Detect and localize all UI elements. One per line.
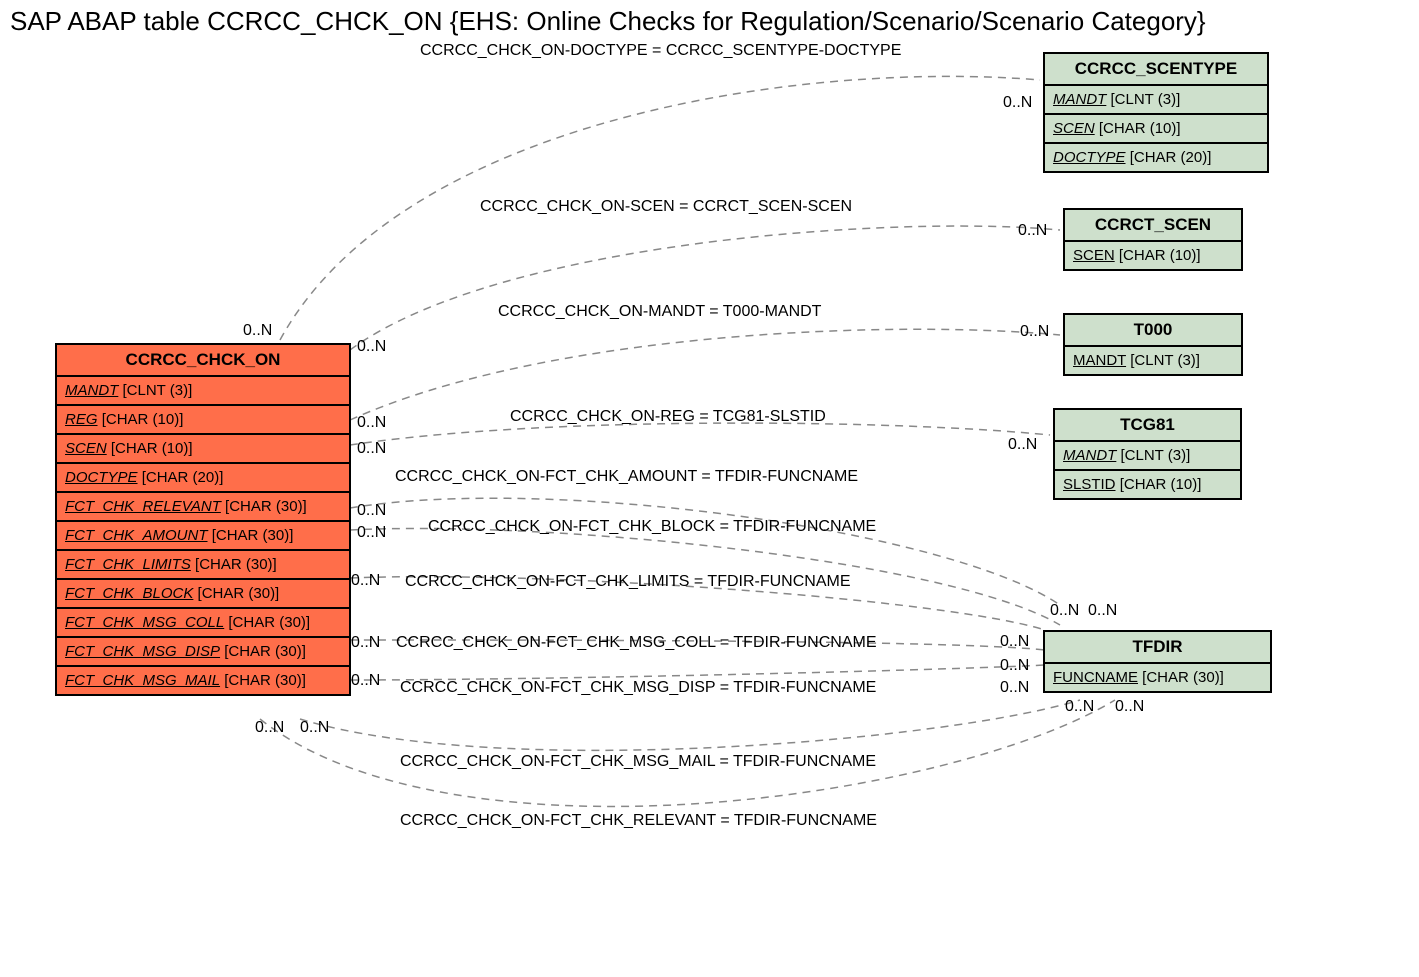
entity-tfdir: TFDIR FUNCNAME [CHAR (30)]	[1043, 630, 1272, 693]
field-row: REG [CHAR (10)]	[57, 406, 349, 435]
field-row: FUNCNAME [CHAR (30)]	[1045, 664, 1270, 691]
entity-tcg81: TCG81 MANDT [CLNT (3)] SLSTID [CHAR (10)…	[1053, 408, 1242, 500]
field-row: SCEN [CHAR (10)]	[57, 435, 349, 464]
cardinality-label: 0..N	[1000, 679, 1029, 697]
cardinality-label: 0..N	[255, 719, 284, 737]
field-row: MANDT [CLNT (3)]	[57, 377, 349, 406]
cardinality-label: 0..N	[1008, 436, 1037, 454]
relation-label: CCRCC_CHCK_ON-FCT_CHK_LIMITS = TFDIR-FUN…	[405, 573, 851, 591]
field-row: MANDT [CLNT (3)]	[1065, 347, 1241, 374]
entity-ccrcc-chck-on: CCRCC_CHCK_ON MANDT [CLNT (3)] REG [CHAR…	[55, 343, 351, 696]
cardinality-label: 0..N	[357, 414, 386, 432]
cardinality-label: 0..N	[357, 338, 386, 356]
entity-header: CCRCC_SCENTYPE	[1045, 54, 1267, 86]
field-row: FCT_CHK_MSG_MAIL [CHAR (30)]	[57, 667, 349, 694]
entity-ccrct-scen: CCRCT_SCEN SCEN [CHAR (10)]	[1063, 208, 1243, 271]
entity-header: T000	[1065, 315, 1241, 347]
cardinality-label: 0..N	[351, 572, 380, 590]
relation-label: CCRCC_CHCK_ON-REG = TCG81-SLSTID	[510, 408, 826, 426]
cardinality-label: 0..N	[351, 672, 380, 690]
field-row: DOCTYPE [CHAR (20)]	[1045, 144, 1267, 171]
cardinality-label: 0..N	[1003, 94, 1032, 112]
cardinality-label: 0..N	[357, 502, 386, 520]
cardinality-label: 0..N	[1020, 323, 1049, 341]
field-row: FCT_CHK_MSG_COLL [CHAR (30)]	[57, 609, 349, 638]
entity-header: TFDIR	[1045, 632, 1270, 664]
field-row: FCT_CHK_RELEVANT [CHAR (30)]	[57, 493, 349, 522]
relation-label: CCRCC_CHCK_ON-MANDT = T000-MANDT	[498, 303, 821, 321]
relation-label: CCRCC_CHCK_ON-SCEN = CCRCT_SCEN-SCEN	[480, 198, 852, 216]
cardinality-label: 0..N	[1088, 602, 1117, 620]
cardinality-label: 0..N	[300, 719, 329, 737]
entity-header: TCG81	[1055, 410, 1240, 442]
cardinality-label: 0..N	[1000, 657, 1029, 675]
relation-label: CCRCC_CHCK_ON-FCT_CHK_BLOCK = TFDIR-FUNC…	[428, 518, 876, 536]
relation-label: CCRCC_CHCK_ON-FCT_CHK_MSG_MAIL = TFDIR-F…	[400, 753, 876, 771]
field-row: FCT_CHK_LIMITS [CHAR (30)]	[57, 551, 349, 580]
cardinality-label: 0..N	[1000, 633, 1029, 651]
cardinality-label: 0..N	[357, 440, 386, 458]
relation-label: CCRCC_CHCK_ON-FCT_CHK_AMOUNT = TFDIR-FUN…	[395, 468, 858, 486]
field-row: MANDT [CLNT (3)]	[1045, 86, 1267, 115]
cardinality-label: 0..N	[243, 322, 272, 340]
field-row: FCT_CHK_BLOCK [CHAR (30)]	[57, 580, 349, 609]
field-row: SLSTID [CHAR (10)]	[1055, 471, 1240, 498]
cardinality-label: 0..N	[1018, 222, 1047, 240]
field-row: FCT_CHK_MSG_DISP [CHAR (30)]	[57, 638, 349, 667]
cardinality-label: 0..N	[351, 634, 380, 652]
entity-header: CCRCC_CHCK_ON	[57, 345, 349, 377]
relation-label: CCRCC_CHCK_ON-FCT_CHK_MSG_COLL = TFDIR-F…	[396, 634, 877, 652]
cardinality-label: 0..N	[1050, 602, 1079, 620]
relation-label: CCRCC_CHCK_ON-DOCTYPE = CCRCC_SCENTYPE-D…	[420, 42, 901, 60]
cardinality-label: 0..N	[357, 524, 386, 542]
entity-header: CCRCT_SCEN	[1065, 210, 1241, 242]
cardinality-label: 0..N	[1065, 698, 1094, 716]
entity-t000: T000 MANDT [CLNT (3)]	[1063, 313, 1243, 376]
diagram-title: SAP ABAP table CCRCC_CHCK_ON {EHS: Onlin…	[10, 6, 1206, 37]
field-row: FCT_CHK_AMOUNT [CHAR (30)]	[57, 522, 349, 551]
entity-ccrcc-scentype: CCRCC_SCENTYPE MANDT [CLNT (3)] SCEN [CH…	[1043, 52, 1269, 173]
cardinality-label: 0..N	[1115, 698, 1144, 716]
relation-label: CCRCC_CHCK_ON-FCT_CHK_MSG_DISP = TFDIR-F…	[400, 679, 876, 697]
field-row: SCEN [CHAR (10)]	[1045, 115, 1267, 144]
field-row: SCEN [CHAR (10)]	[1065, 242, 1241, 269]
field-row: DOCTYPE [CHAR (20)]	[57, 464, 349, 493]
relation-label: CCRCC_CHCK_ON-FCT_CHK_RELEVANT = TFDIR-F…	[400, 812, 877, 830]
field-row: MANDT [CLNT (3)]	[1055, 442, 1240, 471]
